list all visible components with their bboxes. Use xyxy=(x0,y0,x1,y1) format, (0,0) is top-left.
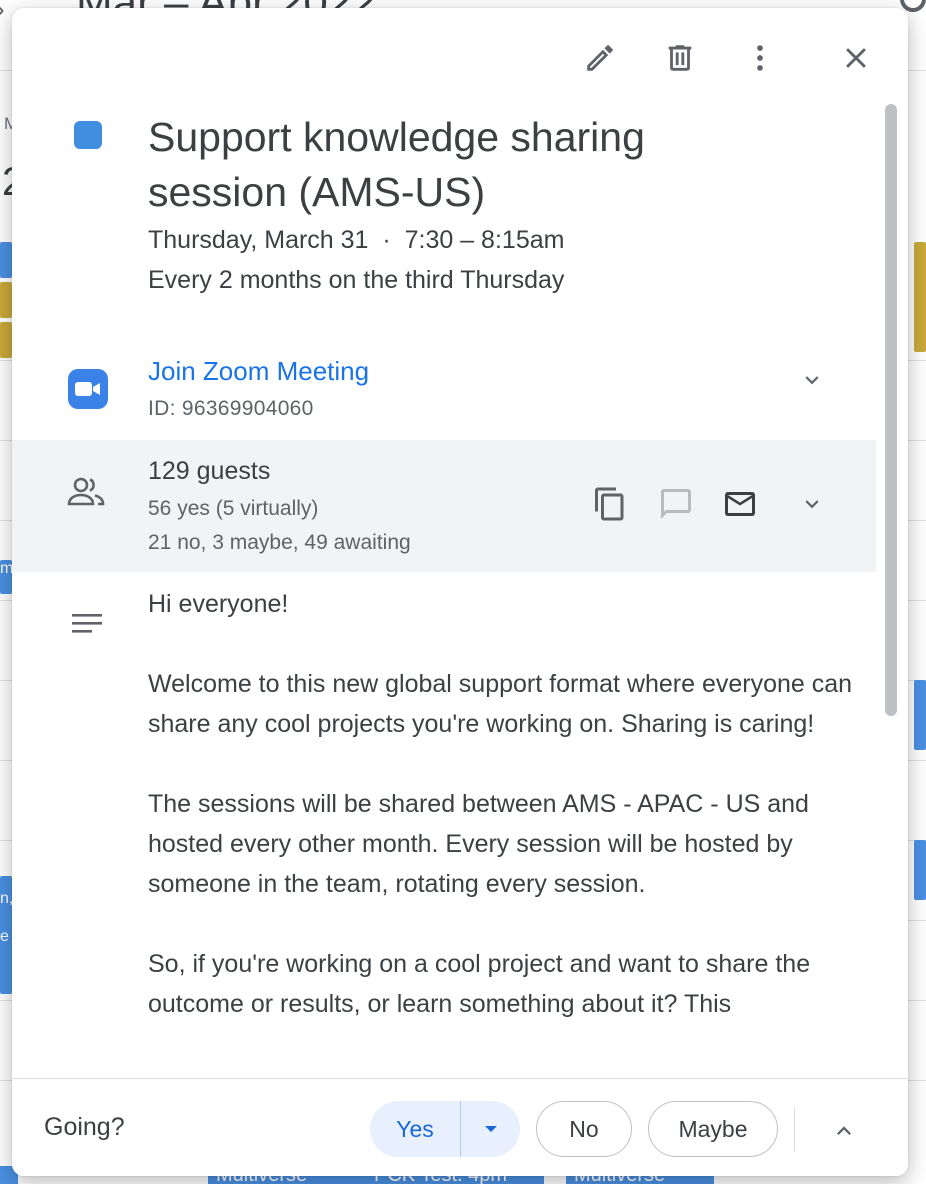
zoom-meeting-id: ID: 96369904060 xyxy=(148,397,314,420)
more-vert-icon[interactable] xyxy=(740,38,780,78)
chevron-down-icon[interactable] xyxy=(792,484,832,524)
chevron-up-icon[interactable] xyxy=(824,1111,864,1151)
guests-count: 129 guests xyxy=(148,457,271,485)
chevron-down-icon[interactable] xyxy=(792,360,832,400)
event-description: Hi everyone! Welcome to this new global … xyxy=(148,584,858,1064)
description-icon xyxy=(70,612,104,638)
calendar-event[interactable]: m xyxy=(0,560,12,594)
guests-yes-summary: 56 yes (5 virtually) xyxy=(148,497,319,520)
rsvp-yes-button[interactable]: Yes xyxy=(370,1101,520,1157)
scrollbar-thumb[interactable] xyxy=(885,104,897,716)
rsvp-no-button[interactable]: No xyxy=(536,1101,632,1157)
description-paragraph: Welcome to this new global support forma… xyxy=(148,670,853,738)
trash-icon[interactable] xyxy=(660,38,700,78)
calendar-event[interactable] xyxy=(0,322,12,358)
description-paragraph: So, if you're working on a cool project … xyxy=(148,950,811,1018)
chat-icon[interactable] xyxy=(656,484,696,524)
divider xyxy=(794,1107,795,1151)
event-details-dialog: Support knowledge sharing session (AMS-U… xyxy=(12,8,908,1176)
calendar-event[interactable] xyxy=(914,840,926,900)
event-time: 7:30 – 8:15am xyxy=(404,226,565,254)
people-icon xyxy=(66,474,106,510)
event-recurrence: Every 2 months on the third Thursday xyxy=(148,266,565,294)
rsvp-maybe-button[interactable]: Maybe xyxy=(648,1101,778,1157)
calendar-event[interactable] xyxy=(0,282,12,318)
rsvp-yes-label[interactable]: Yes xyxy=(370,1101,461,1157)
zoom-icon xyxy=(68,369,108,409)
separator-dot: · xyxy=(382,226,391,254)
calendar-event[interactable] xyxy=(914,680,926,750)
chevron-left-icon[interactable]: › xyxy=(0,0,5,25)
calendar-event[interactable] xyxy=(0,242,12,278)
event-datetime: Thursday, March 31 · 7:30 – 8:15am xyxy=(148,226,564,255)
copy-icon[interactable] xyxy=(590,484,630,524)
event-date: Thursday, March 31 xyxy=(148,226,369,254)
guests-other-summary: 21 no, 3 maybe, 49 awaiting xyxy=(148,531,411,554)
going-label: Going? xyxy=(44,1113,125,1141)
calendar-event[interactable] xyxy=(914,242,926,352)
calendar-event[interactable]: n, e xyxy=(0,876,12,994)
caret-down-icon[interactable] xyxy=(461,1101,520,1157)
event-title: Support knowledge sharing session (AMS-U… xyxy=(148,114,645,215)
rsvp-footer: Going? Yes No Maybe xyxy=(12,1078,908,1176)
join-zoom-link[interactable]: Join Zoom Meeting xyxy=(148,356,369,387)
close-icon[interactable] xyxy=(836,38,876,78)
description-paragraph: The sessions will be shared between AMS … xyxy=(148,790,809,898)
description-paragraph: Hi everyone! xyxy=(148,590,289,618)
event-color-swatch xyxy=(74,121,102,149)
email-icon[interactable] xyxy=(720,484,760,524)
pencil-icon[interactable] xyxy=(580,38,620,78)
